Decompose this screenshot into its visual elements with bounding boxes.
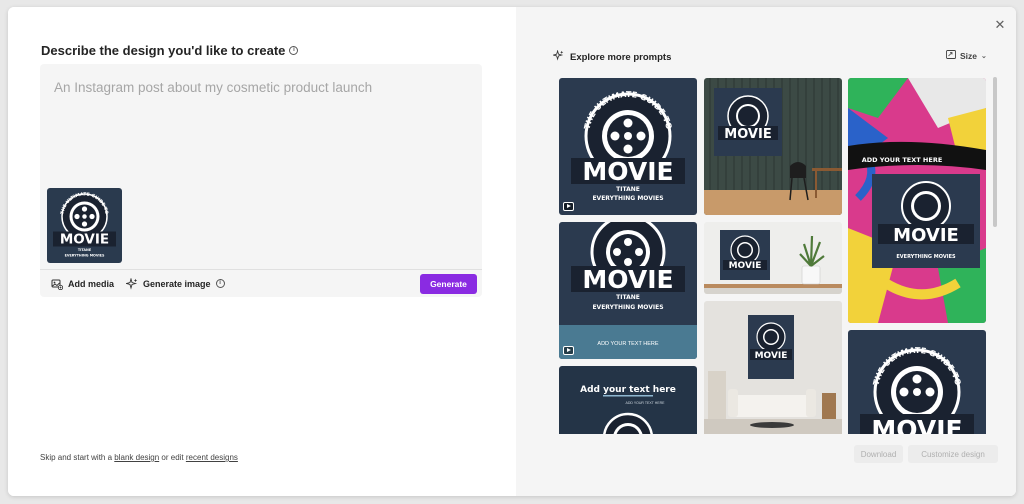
living-room-mockup-image: MOVIE [704, 301, 842, 434]
room-mockup-image: MOVIE [704, 78, 842, 215]
logo-main-word: MOVIE [582, 265, 673, 294]
graffiti-mockup-image: ADD YOUR TEXT HERE MOVIE EVERYTHING MOVI… [848, 78, 986, 323]
download-button[interactable]: Download [854, 445, 903, 463]
dialog-title: Describe the design you'd like to create… [41, 43, 299, 58]
footer-prefix: Skip and start with a [40, 453, 115, 462]
logo-main-word: MOVIE [60, 232, 109, 248]
gallery-tile[interactable]: MOVIE [704, 222, 842, 294]
tile-add-text-sub: ADD YOUR TEXT HERE [626, 401, 666, 405]
add-media-label: Add media [68, 278, 115, 289]
sparkle-icon [551, 49, 564, 64]
close-button[interactable]: ✕ [994, 17, 1006, 32]
logo-sub-word: TITANE [616, 294, 640, 301]
create-design-dialog: Describe the design you'd like to create… [8, 7, 1016, 496]
add-media-icon [51, 278, 63, 290]
logo-bottom-text: EVERYTHING MOVIES [896, 254, 956, 260]
attached-media-thumbnail[interactable]: THE ULTIMATE GUIDE TO MOVIE TITANE EVERY… [47, 188, 122, 263]
generate-image-label: Generate image [143, 278, 211, 289]
gallery-tile[interactable]: ADD YOUR TEXT HERE MOVIE EVERYTHING MOVI… [848, 78, 986, 323]
prompt-toolbar: Add media Generate image i Generate [40, 269, 482, 297]
prompt-gallery-grid: THE ULTIMATE GUIDE TO MOVIE TITANE EVERY… [551, 77, 991, 434]
tile-add-text: ADD YOUR TEXT HERE [597, 341, 658, 347]
gallery-tile[interactable]: THE ULTIMATE GUIDE TO MOVIE TITANE EVERY… [559, 78, 697, 215]
logo-main-word: MOVIE [729, 261, 762, 271]
video-icon [563, 202, 574, 211]
footer-hint: Skip and start with a blank design or ed… [40, 453, 238, 462]
logo-main-word: MOVIE [724, 127, 771, 142]
size-dropdown[interactable]: Size ⌄ [946, 50, 987, 61]
chevron-down-icon: ⌄ [981, 52, 987, 60]
logo-main-word: MOVIE [871, 415, 962, 434]
movie-logo-image: THE ULTIMATE GUIDE TO MOVIE TITANE EVERY… [559, 78, 697, 215]
logo-sub-word: TITANE [616, 186, 640, 193]
gallery-tile[interactable]: Add your text here ADD YOUR TEXT HERE [559, 366, 697, 434]
gallery-scrollbar[interactable] [993, 77, 997, 227]
blank-design-link[interactable]: blank design [114, 453, 159, 462]
recent-designs-link[interactable]: recent designs [186, 453, 238, 462]
tile-add-text: ADD YOUR TEXT HERE [862, 156, 943, 164]
resize-icon [946, 50, 956, 61]
logo-sub-word: TITANE [78, 248, 92, 252]
gallery-tile[interactable]: MOVIE [704, 301, 842, 434]
video-icon [563, 346, 574, 355]
movie-logo-image: THE ULTIMATE GUIDE TO MOVIE [848, 330, 986, 434]
prompt-input[interactable] [54, 80, 464, 95]
size-label: Size [960, 50, 978, 61]
gallery-tile[interactable]: MOVIE [704, 78, 842, 215]
logo-main-word: MOVIE [582, 157, 673, 186]
footer-middle: or edit [159, 453, 186, 462]
customize-design-button[interactable]: Customize design [908, 445, 998, 463]
info-icon[interactable]: i [215, 279, 225, 288]
logo-main-word: MOVIE [893, 225, 959, 246]
generate-button[interactable]: Generate [420, 274, 477, 294]
logo-main-word: MOVIE [755, 351, 788, 361]
generate-image-button[interactable]: Generate image i [126, 277, 225, 290]
movie-logo-image: MOVIE TITANE EVERYTHING MOVIES ADD YOUR … [559, 222, 697, 359]
add-media-button[interactable]: Add media [51, 278, 114, 290]
gallery-tile[interactable]: THE ULTIMATE GUIDE TO MOVIE [848, 330, 986, 434]
prompt-gallery-pane: ✕ Explore more prompts Size ⌄ THE ULTIMA… [516, 7, 1016, 496]
sparkle-icon [126, 277, 138, 290]
logo-bottom-text: EVERYTHING MOVIES [592, 195, 663, 202]
explore-prompts-header: Explore more prompts [551, 49, 672, 64]
movie-logo-image: Add your text here ADD YOUR TEXT HERE [559, 366, 697, 434]
close-icon: ✕ [994, 17, 1006, 32]
info-icon[interactable]: i [289, 46, 299, 55]
dialog-title-text: Describe the design you'd like to create [41, 43, 286, 58]
tile-add-text-heading: Add your text here [580, 385, 676, 395]
logo-bottom-text: EVERYTHING MOVIES [592, 304, 663, 311]
prompt-box: THE ULTIMATE GUIDE TO MOVIE TITANE EVERY… [40, 64, 482, 297]
movie-logo-image: THE ULTIMATE GUIDE TO MOVIE TITANE EVERY… [47, 188, 122, 263]
shelf-mockup-image: MOVIE [704, 222, 842, 294]
prompt-pane: Describe the design you'd like to create… [8, 7, 516, 496]
gallery-tile[interactable]: MOVIE TITANE EVERYTHING MOVIES ADD YOUR … [559, 222, 697, 359]
explore-prompts-label: Explore more prompts [570, 51, 672, 63]
logo-bottom-text: EVERYTHING MOVIES [65, 253, 105, 257]
